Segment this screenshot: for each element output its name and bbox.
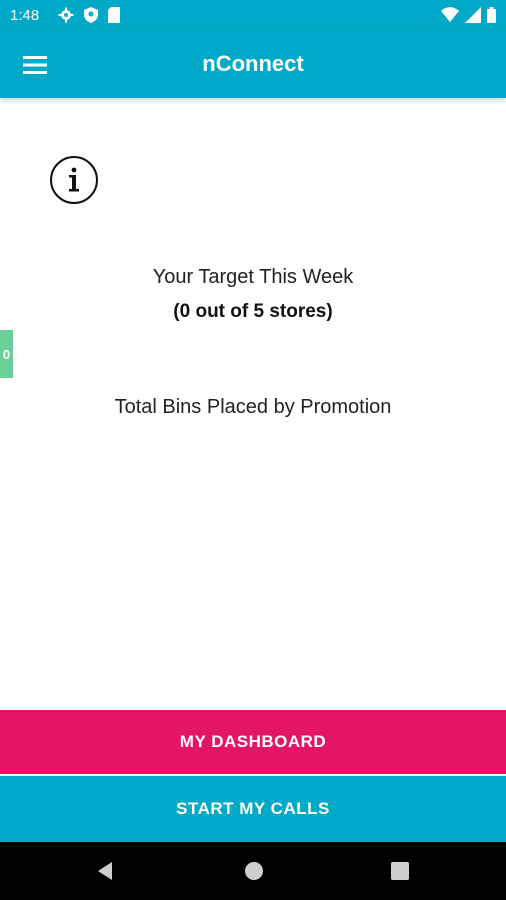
side-tab-value: 0: [2, 346, 11, 362]
app-title: nConnect: [202, 51, 304, 76]
status-icons-right: [441, 7, 496, 23]
shield-icon: [84, 7, 98, 23]
bins-label: Total Bins Placed by Promotion: [114, 396, 392, 418]
my-dashboard-button[interactable]: MY DASHBOARD: [0, 710, 506, 774]
recents-icon[interactable]: [388, 859, 412, 883]
target-count: (0 out of 5 stores): [173, 301, 333, 322]
wifi-icon: [441, 7, 459, 22]
app-bar: nConnect: [0, 32, 506, 98]
status-icons-left: [58, 7, 120, 23]
sd-card-icon: [108, 7, 120, 23]
start-my-calls-button[interactable]: START MY CALLS: [0, 776, 506, 842]
side-tab[interactable]: 0: [0, 330, 13, 378]
target-title: Your Target This Week: [152, 266, 354, 288]
gear-icon: [58, 7, 74, 23]
battery-icon: [487, 7, 496, 23]
status-bar: 1:48: [0, 0, 506, 32]
signal-icon: [465, 7, 481, 23]
info-icon[interactable]: [49, 155, 99, 205]
system-nav-bar: [0, 842, 506, 900]
status-time: 1:48: [10, 7, 40, 24]
back-icon[interactable]: [94, 859, 118, 883]
home-icon[interactable]: [242, 859, 266, 883]
